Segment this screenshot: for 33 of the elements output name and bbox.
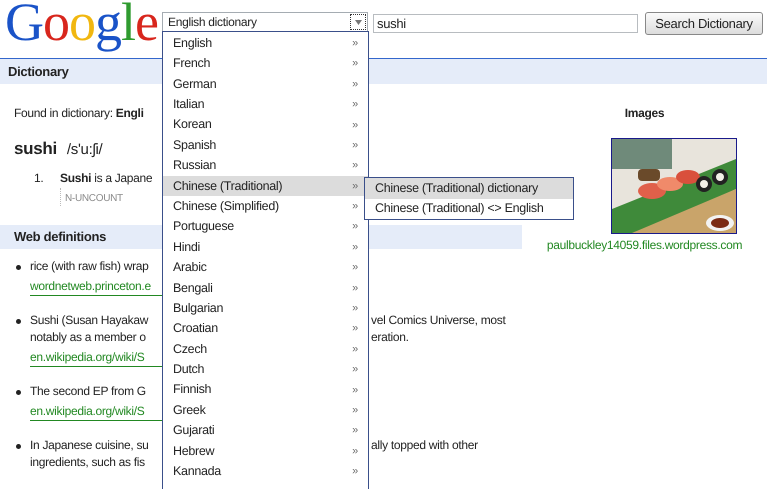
source-link[interactable]: wordnetweb.princeton.e [30,279,151,293]
definition-text: ingredients, such as fis [30,455,145,469]
sense-text: Sushi is a Japane [60,170,152,187]
source-link[interactable]: en.wikipedia.org/wiki/S [30,404,144,418]
found-in-value: Engli [116,105,144,122]
bullet-icon [16,265,21,270]
section-title: Web definitions [14,228,106,246]
definition-text: rice (with raw fish) wrap [30,259,149,273]
menu-item[interactable]: Chinese (Traditional) » [163,176,368,196]
image-source-link[interactable]: paulbuckley14059.files.wordpress.com [546,236,742,254]
definition-text: vel Comics Universe, most [371,312,506,329]
grammar-label: N-UNCOUNT [65,193,123,204]
dropdown-arrow-icon [354,20,362,24]
search-field[interactable]: sushi [373,14,638,33]
definition-text: ally topped with other [371,437,478,454]
definition-text: eration. [371,329,409,346]
search-dictionary-button[interactable]: Search Dictionary [645,12,763,35]
definition-text: The second EP from G [30,384,146,398]
pronunciation: /s'u:ʃi/ [66,140,102,160]
definition-text: Sushi (Susan Hayakaw [30,313,148,327]
submenu-item[interactable]: Chinese (Traditional) dictionary [365,178,573,198]
bullet-icon [16,390,21,395]
images-title: Images [624,105,664,122]
bullet-icon [16,444,21,449]
definition-text: notably as a member o [30,330,146,344]
headword: sushi [14,138,57,160]
source-link[interactable]: en.wikipedia.org/wiki/S [30,350,144,364]
found-in-label: Found in dictionary: [14,105,114,122]
section-title: Dictionary [8,62,69,81]
bullet-icon [16,319,21,324]
definition-text: In Japanese cuisine, su [30,438,149,452]
sense-number: 1. [34,170,44,187]
google-logo[interactable]: Google [5,0,155,52]
